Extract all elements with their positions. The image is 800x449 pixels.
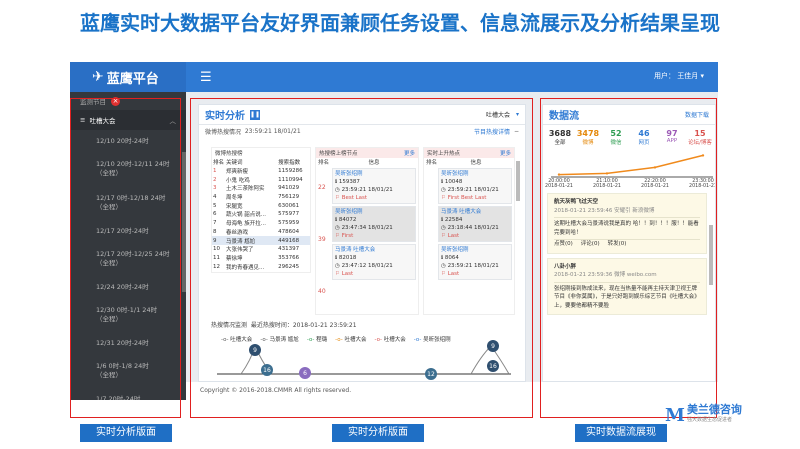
top-bar: ✈ 蓝鹰平台 ☰ 用户： 王佳月 ▾: [70, 62, 718, 92]
caption-flow: 实时数据流展现: [575, 424, 667, 442]
highlight-frame-analysis: [190, 98, 533, 418]
app-logo[interactable]: ✈ 蓝鹰平台: [70, 62, 186, 92]
user-menu[interactable]: 用户： 王佳月 ▾: [654, 71, 704, 81]
slide-title: 蓝鹰实时大数据平台友好界面兼顾任务设置、信息流展示及分析结果呈现: [80, 11, 720, 35]
logo-text: 蓝鹰平台: [106, 71, 159, 87]
brand-logo: M 美兰德咨询 强大数据生态促进者: [665, 404, 742, 426]
brand-tagline: 强大数据生态促进者: [686, 417, 732, 423]
highlight-frame-sidebar: [70, 98, 181, 418]
highlight-frame-flow: [540, 98, 717, 418]
user-name: 王佳月: [677, 72, 699, 80]
caption-sidebar: 实时分析版面: [80, 424, 172, 442]
caption-analysis: 实时分析版面: [332, 424, 424, 442]
sidebar-scrollbar[interactable]: [182, 152, 186, 292]
brand-mark: M: [665, 404, 685, 426]
user-label: 用户：: [654, 72, 676, 80]
eagle-icon: ✈: [92, 69, 104, 85]
menu-toggle-icon[interactable]: ☰: [200, 70, 212, 85]
